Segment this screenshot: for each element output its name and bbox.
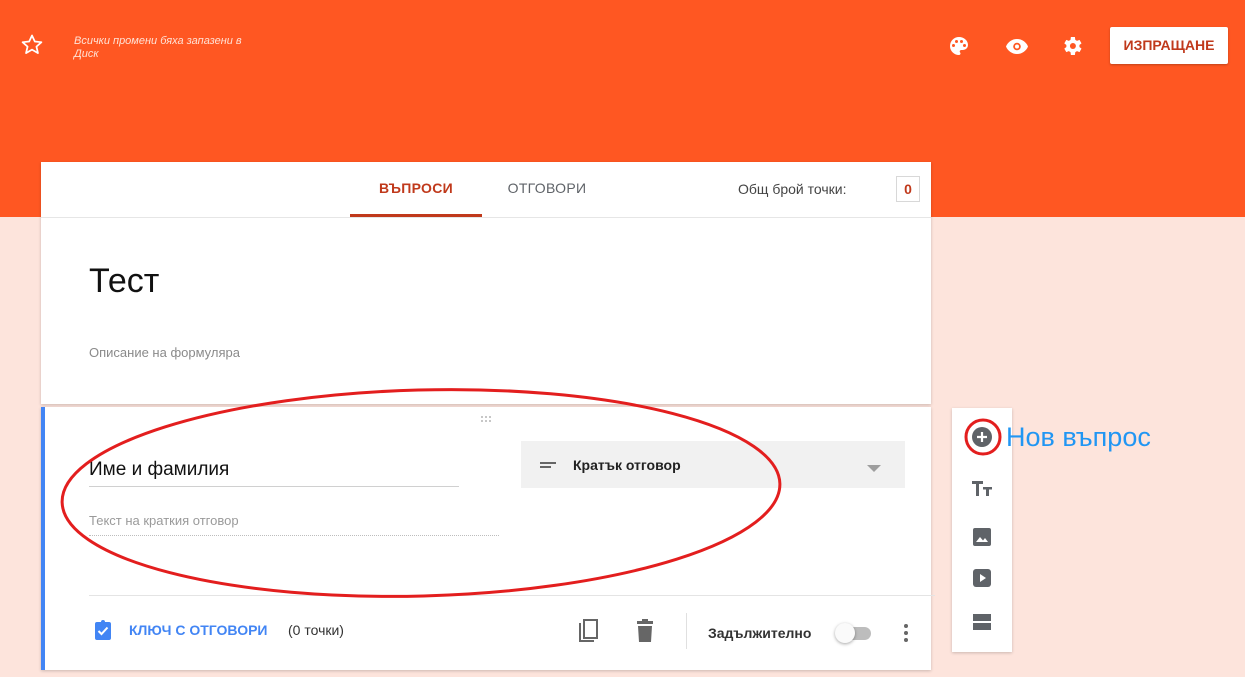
save-status: Всички промени бяха запазени в Диск (74, 35, 242, 60)
drag-handle-icon[interactable] (480, 415, 496, 424)
required-label: Задължително (708, 625, 812, 641)
add-item-toolbar (952, 408, 1012, 652)
more-vert-icon[interactable] (903, 621, 909, 650)
question-card[interactable]: Име и фамилия Текст на краткия отговор К… (41, 407, 935, 670)
arrow-drop-down-icon (867, 460, 881, 478)
tab-responses[interactable]: ОТГОВОРИ (497, 162, 597, 217)
form-header-card: ВЪПРОСИ ОТГОВОРИ Общ брой точки: 0 Тест … (41, 162, 931, 404)
checkbox-icon (91, 618, 115, 647)
form-description-field[interactable]: Описание на формуляра (89, 345, 240, 360)
eye-icon[interactable] (1005, 34, 1029, 58)
total-points-label: Общ брой точки: (738, 181, 847, 197)
new-question-annotation: Нов въпрос (1006, 422, 1151, 452)
total-points-value: 0 (896, 176, 920, 202)
video-icon[interactable] (970, 566, 994, 590)
text-title-icon[interactable] (970, 476, 994, 500)
image-icon[interactable] (970, 525, 994, 549)
tab-questions[interactable]: ВЪПРОСИ (350, 162, 482, 217)
tabs-bar: ВЪПРОСИ ОТГОВОРИ Общ брой точки: 0 (41, 162, 931, 218)
short-text-icon (539, 456, 557, 479)
form-title[interactable]: Тест (89, 262, 159, 301)
short-answer-placeholder: Текст на краткия отговор (89, 513, 499, 536)
answer-key-label: КЛЮЧ С ОТГОВОРИ (129, 622, 268, 638)
question-type-dropdown[interactable]: Кратък отговор (521, 441, 905, 488)
add-circle-icon[interactable] (970, 425, 994, 449)
question-footer-divider (89, 595, 935, 596)
section-icon[interactable] (970, 610, 994, 634)
question-points-note: (0 точки) (288, 622, 344, 638)
palette-icon[interactable] (947, 34, 971, 58)
footer-separator (686, 613, 687, 649)
question-title-input[interactable]: Име и фамилия (89, 459, 459, 487)
trash-icon[interactable] (635, 619, 655, 648)
question-type-label: Кратък отговор (573, 457, 681, 473)
required-toggle[interactable] (835, 622, 871, 644)
send-button[interactable]: ИЗПРАЩАНЕ (1110, 27, 1228, 64)
copy-icon[interactable] (576, 619, 600, 650)
gear-icon[interactable] (1060, 34, 1084, 58)
toggle-knob (835, 623, 855, 643)
star-icon[interactable] (19, 32, 45, 58)
